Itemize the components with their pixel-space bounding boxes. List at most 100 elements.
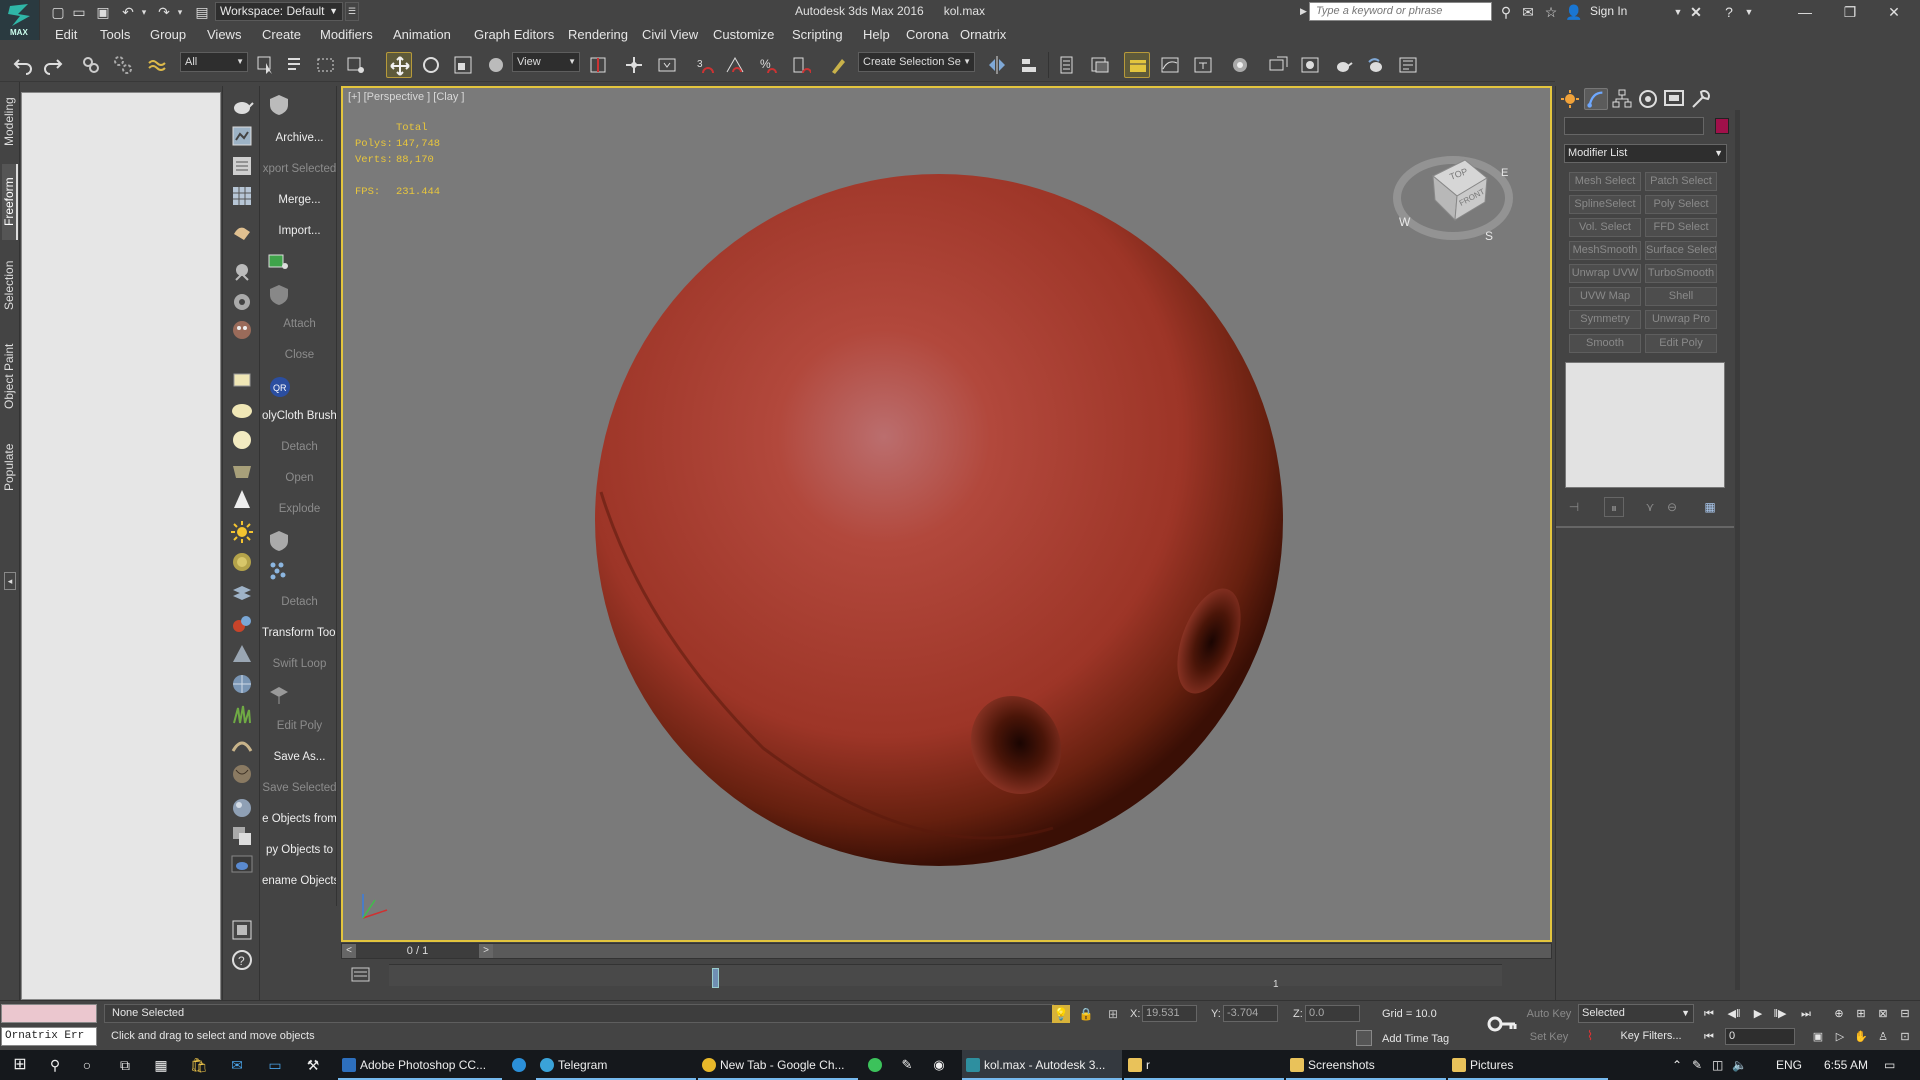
- smooth-button[interactable]: Smooth: [1569, 334, 1641, 353]
- add-time-tag-button[interactable]: Add Time Tag: [1382, 1033, 1449, 1045]
- symmetry-button[interactable]: Symmetry: [1569, 310, 1641, 329]
- taskbar-folder-r[interactable]: r: [1124, 1050, 1284, 1080]
- undo-button[interactable]: [10, 52, 36, 78]
- object-replace-icon[interactable]: [230, 824, 254, 848]
- restore-icon[interactable]: ❐: [1840, 3, 1860, 21]
- grid-panel-icon[interactable]: [230, 184, 254, 208]
- toggle-scene-explorer-button[interactable]: [1087, 52, 1113, 78]
- skype-icon[interactable]: [504, 1050, 534, 1080]
- new-file-icon[interactable]: ▢: [49, 3, 67, 21]
- snaps-toggle-button[interactable]: 3: [692, 52, 718, 78]
- archive-command[interactable]: Archive...: [262, 126, 336, 150]
- maxscript-listener-output[interactable]: [1, 1004, 97, 1023]
- flag-pattern-icon[interactable]: [230, 582, 254, 606]
- mail-icon[interactable]: ✉: [222, 1050, 252, 1080]
- redo-button[interactable]: [40, 52, 66, 78]
- marble-sphere-icon[interactable]: [230, 796, 254, 820]
- object-name-field[interactable]: [1564, 117, 1704, 135]
- store-bag-icon[interactable]: 🛍: [184, 1050, 214, 1080]
- render-in-cloud-button[interactable]: [1363, 52, 1389, 78]
- select-and-move-button[interactable]: [386, 52, 412, 78]
- action-center-icon[interactable]: ▭: [1884, 1050, 1895, 1080]
- default-in-out-tangent-icon[interactable]: ⌇: [1582, 1028, 1598, 1044]
- polycloth-brush-command[interactable]: olyCloth Brushe: [262, 404, 336, 428]
- make-unique-icon[interactable]: ⋎: [1640, 497, 1660, 517]
- menu-modifiers[interactable]: Modifiers: [320, 27, 373, 42]
- search-icon[interactable]: ⚲: [40, 1050, 70, 1080]
- go-to-end-icon[interactable]: ⏭: [1796, 1005, 1816, 1023]
- transform-tool-command[interactable]: Transform Tool: [262, 621, 336, 645]
- z-coordinate-field[interactable]: 0.0: [1305, 1005, 1360, 1022]
- track-bar-area[interactable]: 1: [389, 964, 1502, 990]
- merge-command[interactable]: Merge...: [262, 188, 336, 212]
- named-selection-dropdown[interactable]: Create Selection Se ▼: [858, 52, 975, 72]
- mesh-select-button[interactable]: Mesh Select: [1569, 172, 1641, 191]
- pin-stack-icon[interactable]: ⊣: [1564, 497, 1584, 517]
- menu-views[interactable]: Views: [207, 27, 241, 42]
- menu-customize[interactable]: Customize: [713, 27, 774, 42]
- sign-in-dropdown-icon[interactable]: ▼: [1668, 3, 1688, 21]
- taskbar-3dsmax[interactable]: kol.max - Autodesk 3...: [962, 1050, 1122, 1080]
- tray-network-icon[interactable]: ◫: [1712, 1050, 1723, 1080]
- menu-edit[interactable]: Edit: [55, 27, 77, 42]
- key-filters-button[interactable]: Key Filters...: [1610, 1027, 1692, 1046]
- time-configuration-icon[interactable]: ▣: [1808, 1028, 1828, 1046]
- auto-key-button[interactable]: Auto Key: [1526, 1005, 1572, 1024]
- time-slider-prev-icon[interactable]: <: [342, 944, 356, 958]
- tools-icon[interactable]: ⚒: [298, 1050, 328, 1080]
- key-selection-set-dropdown[interactable]: Selected ▼: [1578, 1004, 1694, 1023]
- time-slider-next-icon[interactable]: >: [479, 944, 493, 958]
- search-expand-icon[interactable]: ▶: [1300, 6, 1307, 17]
- taskbar-screenshots[interactable]: Screenshots: [1286, 1050, 1446, 1080]
- taskbar-telegram[interactable]: Telegram: [536, 1050, 696, 1080]
- unwrap-uvw-button[interactable]: Unwrap UVW: [1569, 264, 1641, 283]
- poly-select-button[interactable]: Poly Select: [1645, 195, 1717, 214]
- percent-snap-button[interactable]: %: [755, 52, 781, 78]
- time-tag-icon[interactable]: [1356, 1030, 1372, 1046]
- perspective-viewport[interactable]: [+] [Perspective ] [Clay ] Total Polys: 1…: [341, 86, 1552, 942]
- plane-primitive-icon[interactable]: [230, 368, 254, 392]
- toggle-ribbon-button[interactable]: [1124, 52, 1150, 78]
- desktop-icon[interactable]: ▭: [260, 1050, 290, 1080]
- inkscape-icon[interactable]: ✎: [892, 1050, 922, 1080]
- menu-scripting[interactable]: Scripting: [792, 27, 843, 42]
- modifier-stack[interactable]: [1565, 362, 1725, 488]
- list-panel-icon[interactable]: [230, 154, 254, 178]
- task-view-icon[interactable]: ⧉: [110, 1050, 140, 1080]
- hair-strand-icon[interactable]: [230, 732, 254, 756]
- menu-corona[interactable]: Corona: [906, 27, 949, 42]
- communication-center-icon[interactable]: ✉: [1518, 3, 1538, 21]
- zoom-extents-icon[interactable]: ⊠: [1873, 1005, 1893, 1023]
- ribbon-tab-object-paint[interactable]: Object Paint: [2, 328, 18, 424]
- angle-snap-button[interactable]: [722, 52, 748, 78]
- absolute-offset-mode-icon[interactable]: ⊞: [1104, 1005, 1122, 1023]
- taskbar-chrome[interactable]: New Tab - Google Ch...: [698, 1050, 858, 1080]
- taskbar-pictures[interactable]: Pictures: [1448, 1050, 1608, 1080]
- ribbon-expand-icon[interactable]: ◂: [4, 572, 16, 590]
- key-mode-toggle-icon[interactable]: ⏮: [1699, 1028, 1719, 1046]
- menu-create[interactable]: Create: [262, 27, 301, 42]
- surface-select-button[interactable]: Surface Select: [1645, 241, 1717, 260]
- selection-lock-icon[interactable]: 🔒: [1077, 1005, 1095, 1023]
- taskbar-photoshop[interactable]: Adobe Photoshop CC...: [338, 1050, 502, 1080]
- bind-to-space-warp-button[interactable]: [144, 52, 170, 78]
- save-file-icon[interactable]: ▣: [94, 3, 112, 21]
- ffd-select-button[interactable]: FFD Select: [1645, 218, 1717, 237]
- utilities-tab-icon[interactable]: [1688, 88, 1712, 110]
- command-panel-scroll-strip[interactable]: [1735, 110, 1740, 990]
- green-screen-icon[interactable]: [268, 254, 288, 270]
- y-coordinate-field[interactable]: -3.704: [1223, 1005, 1278, 1022]
- show-end-result-icon[interactable]: ⏸: [1604, 497, 1624, 517]
- undo-dropdown-icon[interactable]: ▾: [135, 3, 153, 21]
- shell-button[interactable]: Shell: [1645, 287, 1717, 306]
- play-animation-icon[interactable]: ▷: [1830, 1028, 1850, 1046]
- tray-pen-icon[interactable]: ✎: [1692, 1050, 1702, 1080]
- next-frame-icon[interactable]: ‖▶: [1770, 1005, 1790, 1023]
- maxscript-listener-input[interactable]: Ornatrix Err: [1, 1027, 97, 1046]
- sky-dome-icon[interactable]: [230, 550, 254, 574]
- create-tab-sun-icon[interactable]: [1558, 88, 1582, 110]
- save-as-command[interactable]: Save As...: [262, 745, 336, 769]
- select-manipulate-button[interactable]: [621, 52, 647, 78]
- modifier-list-dropdown[interactable]: Modifier List ▼: [1564, 144, 1727, 163]
- time-slider-thumb[interactable]: 0 / 1: [356, 944, 479, 958]
